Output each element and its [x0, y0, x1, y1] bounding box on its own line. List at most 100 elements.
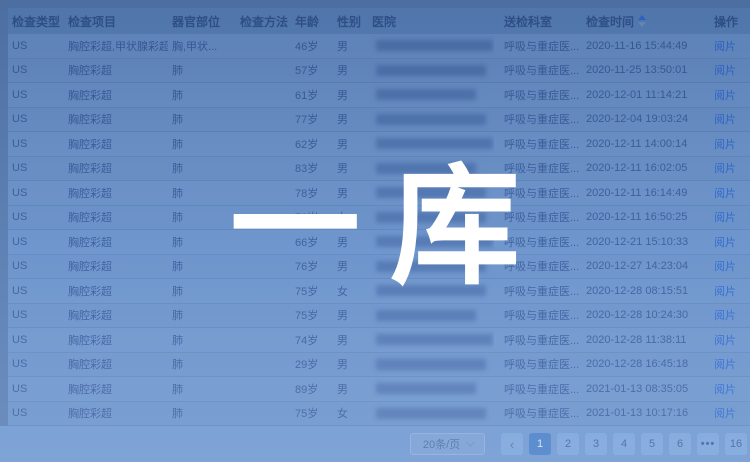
cell-gender: 男 — [333, 353, 368, 377]
cell-exam-time: 2020-12-04 19:03:24 — [582, 108, 698, 132]
view-images-link[interactable]: 阅片 — [714, 234, 736, 250]
cell-exam-type: US — [8, 402, 64, 426]
table-row[interactable]: US 胸腔彩超 肺 75岁 女 呼吸与重症医... 2020-12-28 08:… — [8, 279, 750, 304]
view-images-link[interactable]: 阅片 — [714, 356, 736, 372]
cell-hospital — [368, 206, 494, 230]
table-row[interactable]: US 胸腔彩超 肺 83岁 男 呼吸与重症医... 2020-12-11 16:… — [8, 157, 750, 182]
prev-page-button[interactable]: ‹ — [501, 433, 523, 455]
cell-exam-item: 胸腔彩超 — [64, 279, 168, 303]
cell-department: 呼吸与重症医... — [494, 132, 582, 156]
cell-gender: 男 — [333, 230, 368, 254]
cell-age: 89岁 — [291, 377, 333, 401]
cell-gender: 男 — [333, 181, 368, 205]
cell-gender: 男 — [333, 304, 368, 328]
cell-exam-method — [236, 59, 291, 83]
cell-hospital — [368, 83, 494, 107]
cell-exam-time: 2020-12-11 16:02:05 — [582, 157, 698, 181]
page-button-3[interactable]: 3 — [585, 433, 607, 455]
page-button-2[interactable]: 2 — [557, 433, 579, 455]
table-row[interactable]: US 胸腔彩超,甲状腺彩超 胸,甲状... 46岁 男 呼吸与重症医... 20… — [8, 34, 750, 59]
view-images-link[interactable]: 阅片 — [714, 87, 736, 103]
table-row[interactable]: US 胸腔彩超 肺 74岁 男 呼吸与重症医... 2020-12-28 11:… — [8, 328, 750, 353]
table-row[interactable]: US 胸腔彩超 肺 29岁 男 呼吸与重症医... 2020-12-28 16:… — [8, 353, 750, 378]
cell-age: 61岁 — [291, 83, 333, 107]
cell-exam-type: US — [8, 328, 64, 352]
cell-hospital — [368, 328, 494, 352]
page-button-5[interactable]: 5 — [641, 433, 663, 455]
table-row[interactable]: US 胸腔彩超 肺 78岁 男 呼吸与重症医... 2020-12-11 16:… — [8, 181, 750, 206]
col-header-exam-time[interactable]: 检查时间 — [582, 8, 698, 34]
exam-table: 检查类型 检查项目 器官部位 检查方法 年龄 性别 医院 送检科室 检查时间 操… — [8, 8, 750, 426]
sort-desc-icon[interactable] — [638, 22, 646, 27]
cell-exam-method — [236, 157, 291, 181]
cell-age: 75岁 — [291, 279, 333, 303]
cell-exam-type: US — [8, 255, 64, 279]
redacted-hospital-text — [376, 212, 486, 223]
pagination: 20条/页 ‹ 1 2 3 4 5 6 ••• 16 — [0, 426, 750, 462]
page-button-6[interactable]: 6 — [669, 433, 691, 455]
col-header-gender: 性别 — [333, 8, 368, 34]
view-images-link[interactable]: 阅片 — [714, 111, 736, 127]
cell-exam-method — [236, 328, 291, 352]
cell-exam-time: 2020-12-21 15:10:33 — [582, 230, 698, 254]
cell-exam-time: 2020-12-01 11:14:21 — [582, 83, 698, 107]
cell-actions: 阅片 — [698, 157, 750, 181]
table-row[interactable]: US 胸腔彩超 肺 62岁 男 呼吸与重症医... 2020-12-11 14:… — [8, 132, 750, 157]
cell-department: 呼吸与重症医... — [494, 157, 582, 181]
view-images-link[interactable]: 阅片 — [714, 62, 736, 78]
page-size-select[interactable]: 20条/页 — [410, 433, 485, 455]
cell-exam-item: 胸腔彩超 — [64, 132, 168, 156]
cell-department: 呼吸与重症医... — [494, 328, 582, 352]
cell-department: 呼吸与重症医... — [494, 181, 582, 205]
view-images-link[interactable]: 阅片 — [714, 381, 736, 397]
cell-exam-method — [236, 108, 291, 132]
table-row[interactable]: US 胸腔彩超 肺 77岁 男 呼吸与重症医... 2020-12-04 19:… — [8, 108, 750, 133]
more-pages-button[interactable]: ••• — [697, 433, 719, 455]
cell-exam-type: US — [8, 206, 64, 230]
cell-exam-item: 胸腔彩超 — [64, 181, 168, 205]
view-images-link[interactable]: 阅片 — [714, 185, 736, 201]
cell-exam-method — [236, 304, 291, 328]
view-images-link[interactable]: 阅片 — [714, 405, 736, 421]
cell-age: 46岁 — [291, 34, 333, 58]
sort-asc-icon[interactable] — [638, 15, 646, 20]
page-button-1[interactable]: 1 — [529, 433, 551, 455]
view-images-link[interactable]: 阅片 — [714, 258, 736, 274]
view-images-link[interactable]: 阅片 — [714, 209, 736, 225]
col-header-department: 送检科室 — [494, 8, 582, 34]
table-row[interactable]: US 胸腔彩超 肺 89岁 男 呼吸与重症医... 2021-01-13 08:… — [8, 377, 750, 402]
cell-department: 呼吸与重症医... — [494, 304, 582, 328]
cell-exam-type: US — [8, 377, 64, 401]
view-images-link[interactable]: 阅片 — [714, 136, 736, 152]
cell-exam-type: US — [8, 304, 64, 328]
page-button-16[interactable]: 16 — [725, 433, 747, 455]
redacted-hospital-text — [376, 383, 476, 394]
col-header-actions: 操作 — [698, 8, 750, 34]
cell-exam-time: 2021-01-13 08:35:05 — [582, 377, 698, 401]
sort-icon[interactable] — [638, 15, 646, 27]
table-row[interactable]: US 胸腔彩超 肺 61岁 男 呼吸与重症医... 2020-12-01 11:… — [8, 83, 750, 108]
view-images-link[interactable]: 阅片 — [714, 38, 736, 54]
cell-exam-item: 胸腔彩超 — [64, 230, 168, 254]
table-row[interactable]: US 胸腔彩超 肺 75岁 女 呼吸与重症医... 2021-01-13 10:… — [8, 402, 750, 427]
table-row[interactable]: US 胸腔彩超 肺 76岁 男 呼吸与重症医... 2020-12-27 14:… — [8, 255, 750, 280]
table-row[interactable]: US 胸腔彩超 肺 75岁 男 呼吸与重症医... 2020-12-28 10:… — [8, 304, 750, 329]
cell-department: 呼吸与重症医... — [494, 83, 582, 107]
view-images-link[interactable]: 阅片 — [714, 332, 736, 348]
cell-age: 76岁 — [291, 255, 333, 279]
table-row[interactable]: US 胸腔彩超 肺 66岁 男 呼吸与重症医... 2020-12-21 15:… — [8, 230, 750, 255]
table-row[interactable]: US 胸腔彩超 肺 76岁 女 呼吸与重症医... 2020-12-11 16:… — [8, 206, 750, 231]
cell-actions: 阅片 — [698, 328, 750, 352]
view-images-link[interactable]: 阅片 — [714, 160, 736, 176]
cell-hospital — [368, 230, 494, 254]
table-row[interactable]: US 胸腔彩超 肺 57岁 男 呼吸与重症医... 2020-11-25 13:… — [8, 59, 750, 84]
cell-gender: 男 — [333, 157, 368, 181]
cell-exam-item: 胸腔彩超 — [64, 402, 168, 426]
redacted-hospital-text — [376, 187, 486, 198]
view-images-link[interactable]: 阅片 — [714, 283, 736, 299]
page-button-4[interactable]: 4 — [613, 433, 635, 455]
cell-gender: 女 — [333, 402, 368, 426]
view-images-link[interactable]: 阅片 — [714, 307, 736, 323]
cell-gender: 男 — [333, 328, 368, 352]
redacted-hospital-text — [376, 408, 486, 419]
